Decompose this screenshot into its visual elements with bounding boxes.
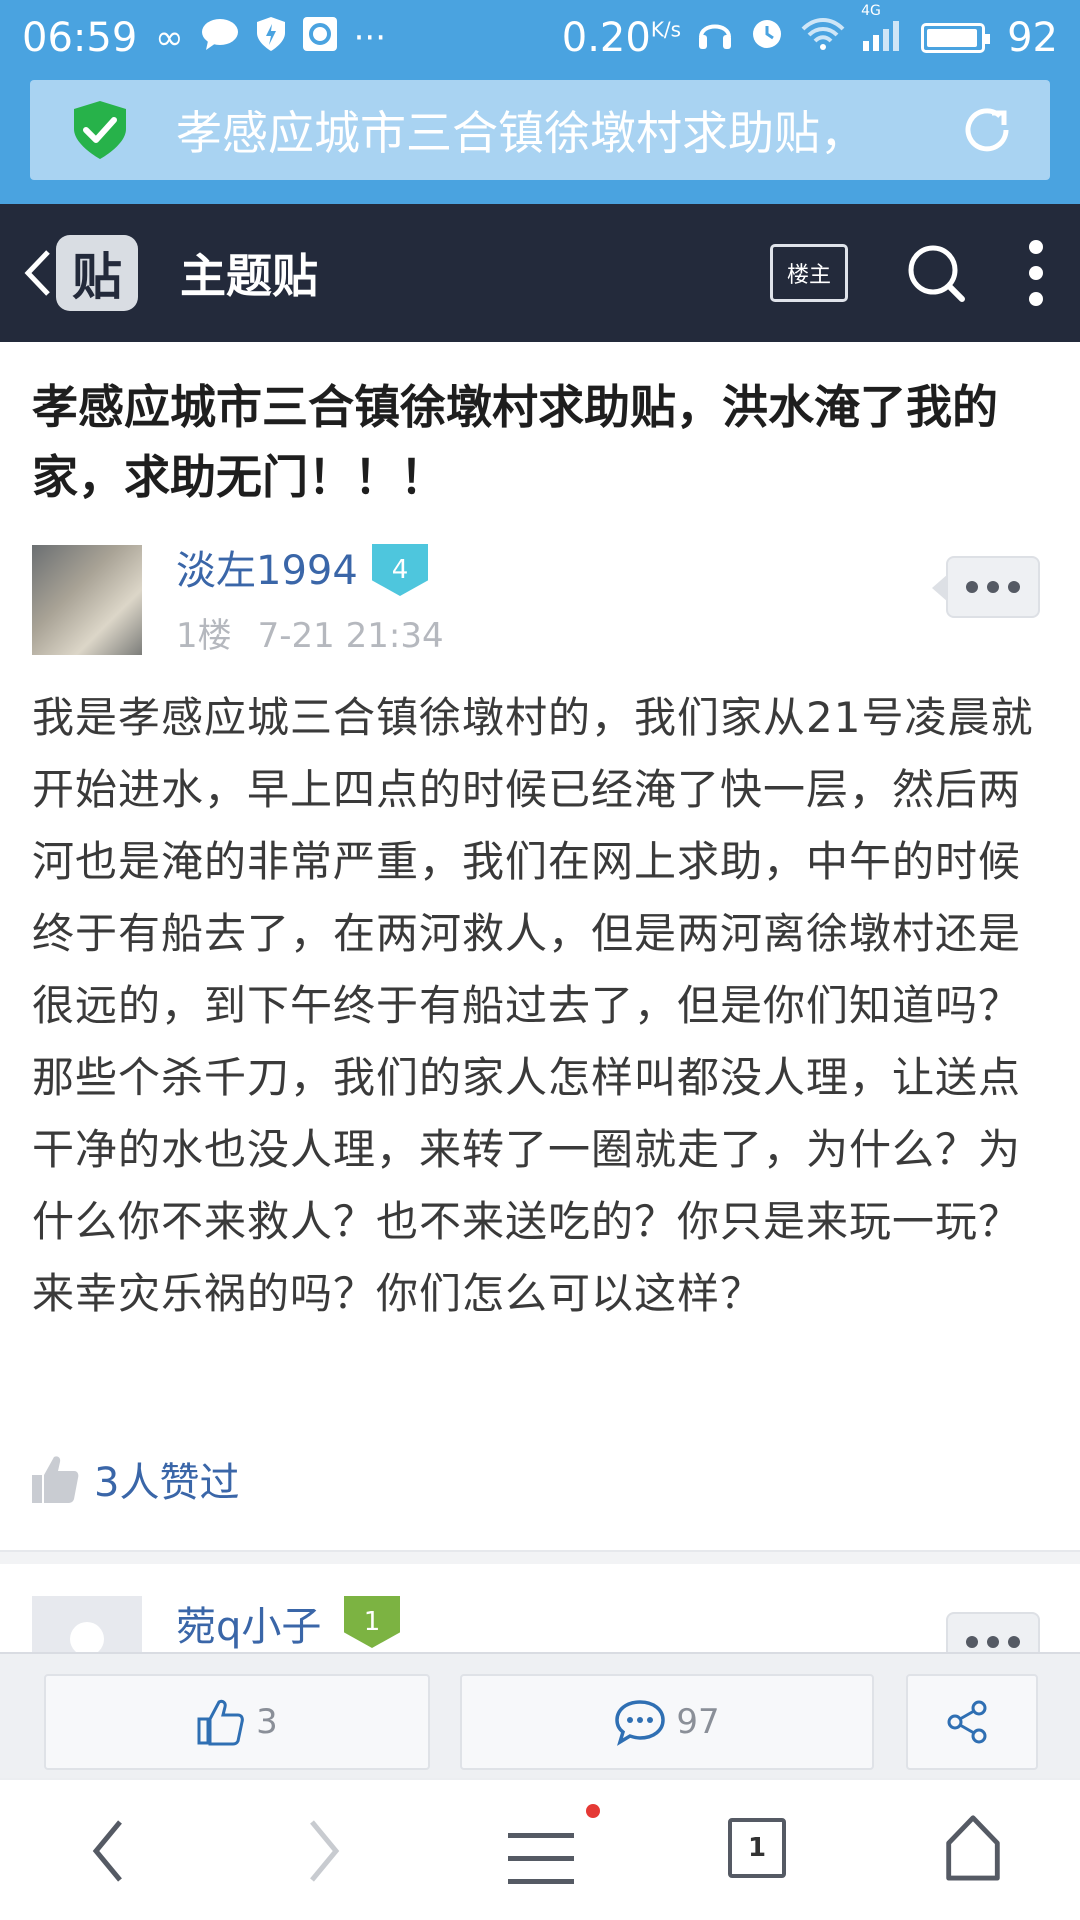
browser-url-area: 孝感应城市三合镇徐墩村求助贴， — [0, 76, 1080, 204]
url-bar[interactable]: 孝感应城市三合镇徐墩村求助贴， — [30, 80, 1050, 180]
more-vertical-icon[interactable] — [1028, 240, 1044, 306]
menu-notification-dot — [586, 1804, 600, 1818]
app-notification-icon — [302, 16, 338, 61]
network-speed: 0.20K/s — [561, 15, 682, 61]
post-time: 7-21 21:34 — [257, 616, 444, 656]
page-title: 主题贴 — [180, 249, 318, 303]
reply-author-name[interactable]: 菀q小子 — [176, 1594, 321, 1652]
browser-forward-icon[interactable] — [308, 1816, 342, 1886]
reply-avatar[interactable] — [32, 1596, 142, 1652]
comment-bubble-icon — [615, 1700, 666, 1746]
author-avatar[interactable] — [32, 545, 142, 655]
share-icon — [947, 1700, 987, 1744]
browser-back-icon[interactable] — [90, 1816, 124, 1886]
url-text[interactable]: 孝感应城市三合镇徐墩村求助贴， — [176, 97, 916, 163]
like-button[interactable]: 3 — [44, 1674, 430, 1770]
like-count: 3 — [256, 1702, 278, 1742]
post-more-button[interactable] — [932, 556, 1040, 618]
alarm-icon — [749, 15, 785, 61]
tieba-logo[interactable]: 贴 — [56, 235, 138, 311]
floor-number: 1楼 — [176, 616, 232, 656]
likes-count-text[interactable]: 3人赞过 — [94, 1450, 239, 1508]
post-title: 孝感应城市三合镇徐墩村求助贴，洪水淹了我的家，求助无门！！！ — [32, 380, 998, 504]
status-time: 06:59 — [22, 15, 138, 61]
signal-icon: 4G — [861, 3, 905, 61]
share-button[interactable] — [906, 1674, 1038, 1770]
tieba-nav-bar: 贴 主题贴 楼主 — [0, 204, 1080, 342]
refresh-icon[interactable] — [960, 103, 1014, 157]
shield-status-icon — [256, 16, 286, 61]
thumbs-up-outline-icon — [197, 1699, 245, 1746]
reply-more-button[interactable] — [946, 1612, 1040, 1652]
menu-icon[interactable] — [508, 1824, 574, 1894]
browser-bottom-bar: 1 — [0, 1778, 1080, 1920]
tabs-button[interactable]: 1 — [728, 1818, 786, 1878]
comment-button[interactable]: 97 — [460, 1674, 874, 1770]
post-meta: 1楼 7-21 21:34 — [176, 608, 470, 657]
more-notifications-icon: ··· — [353, 18, 387, 58]
post-body: 我是孝感应城三合镇徐墩村的，我们家从21号凌晨就开始进水，早上四点的时候已经淹了… — [32, 693, 1034, 1318]
floor-divider — [0, 1550, 1080, 1564]
security-shield-icon — [74, 101, 126, 159]
thumbs-up-icon — [32, 1456, 79, 1503]
comment-count: 97 — [676, 1702, 720, 1742]
back-arrow-icon[interactable] — [22, 248, 52, 298]
status-bar: 06:59 ∞ ··· 0.20K/s 4G 92 — [0, 0, 1080, 76]
infinity-icon: ∞ — [155, 18, 184, 58]
author-level-badge: 4 — [372, 544, 428, 596]
home-icon[interactable] — [944, 1812, 1002, 1882]
reply-level-badge: 1 — [344, 1596, 400, 1648]
battery-level: 92 — [1007, 15, 1058, 61]
search-icon[interactable] — [904, 241, 968, 305]
headphone-icon — [697, 15, 733, 61]
only-op-button[interactable]: 楼主 — [770, 244, 848, 302]
post-action-bar: 3 97 — [0, 1652, 1080, 1778]
author-name[interactable]: 淡左1994 — [176, 538, 358, 596]
message-icon — [200, 17, 240, 60]
wifi-icon — [801, 15, 845, 61]
likes-row[interactable]: 3人赞过 — [30, 1450, 239, 1508]
battery-icon — [921, 23, 991, 53]
